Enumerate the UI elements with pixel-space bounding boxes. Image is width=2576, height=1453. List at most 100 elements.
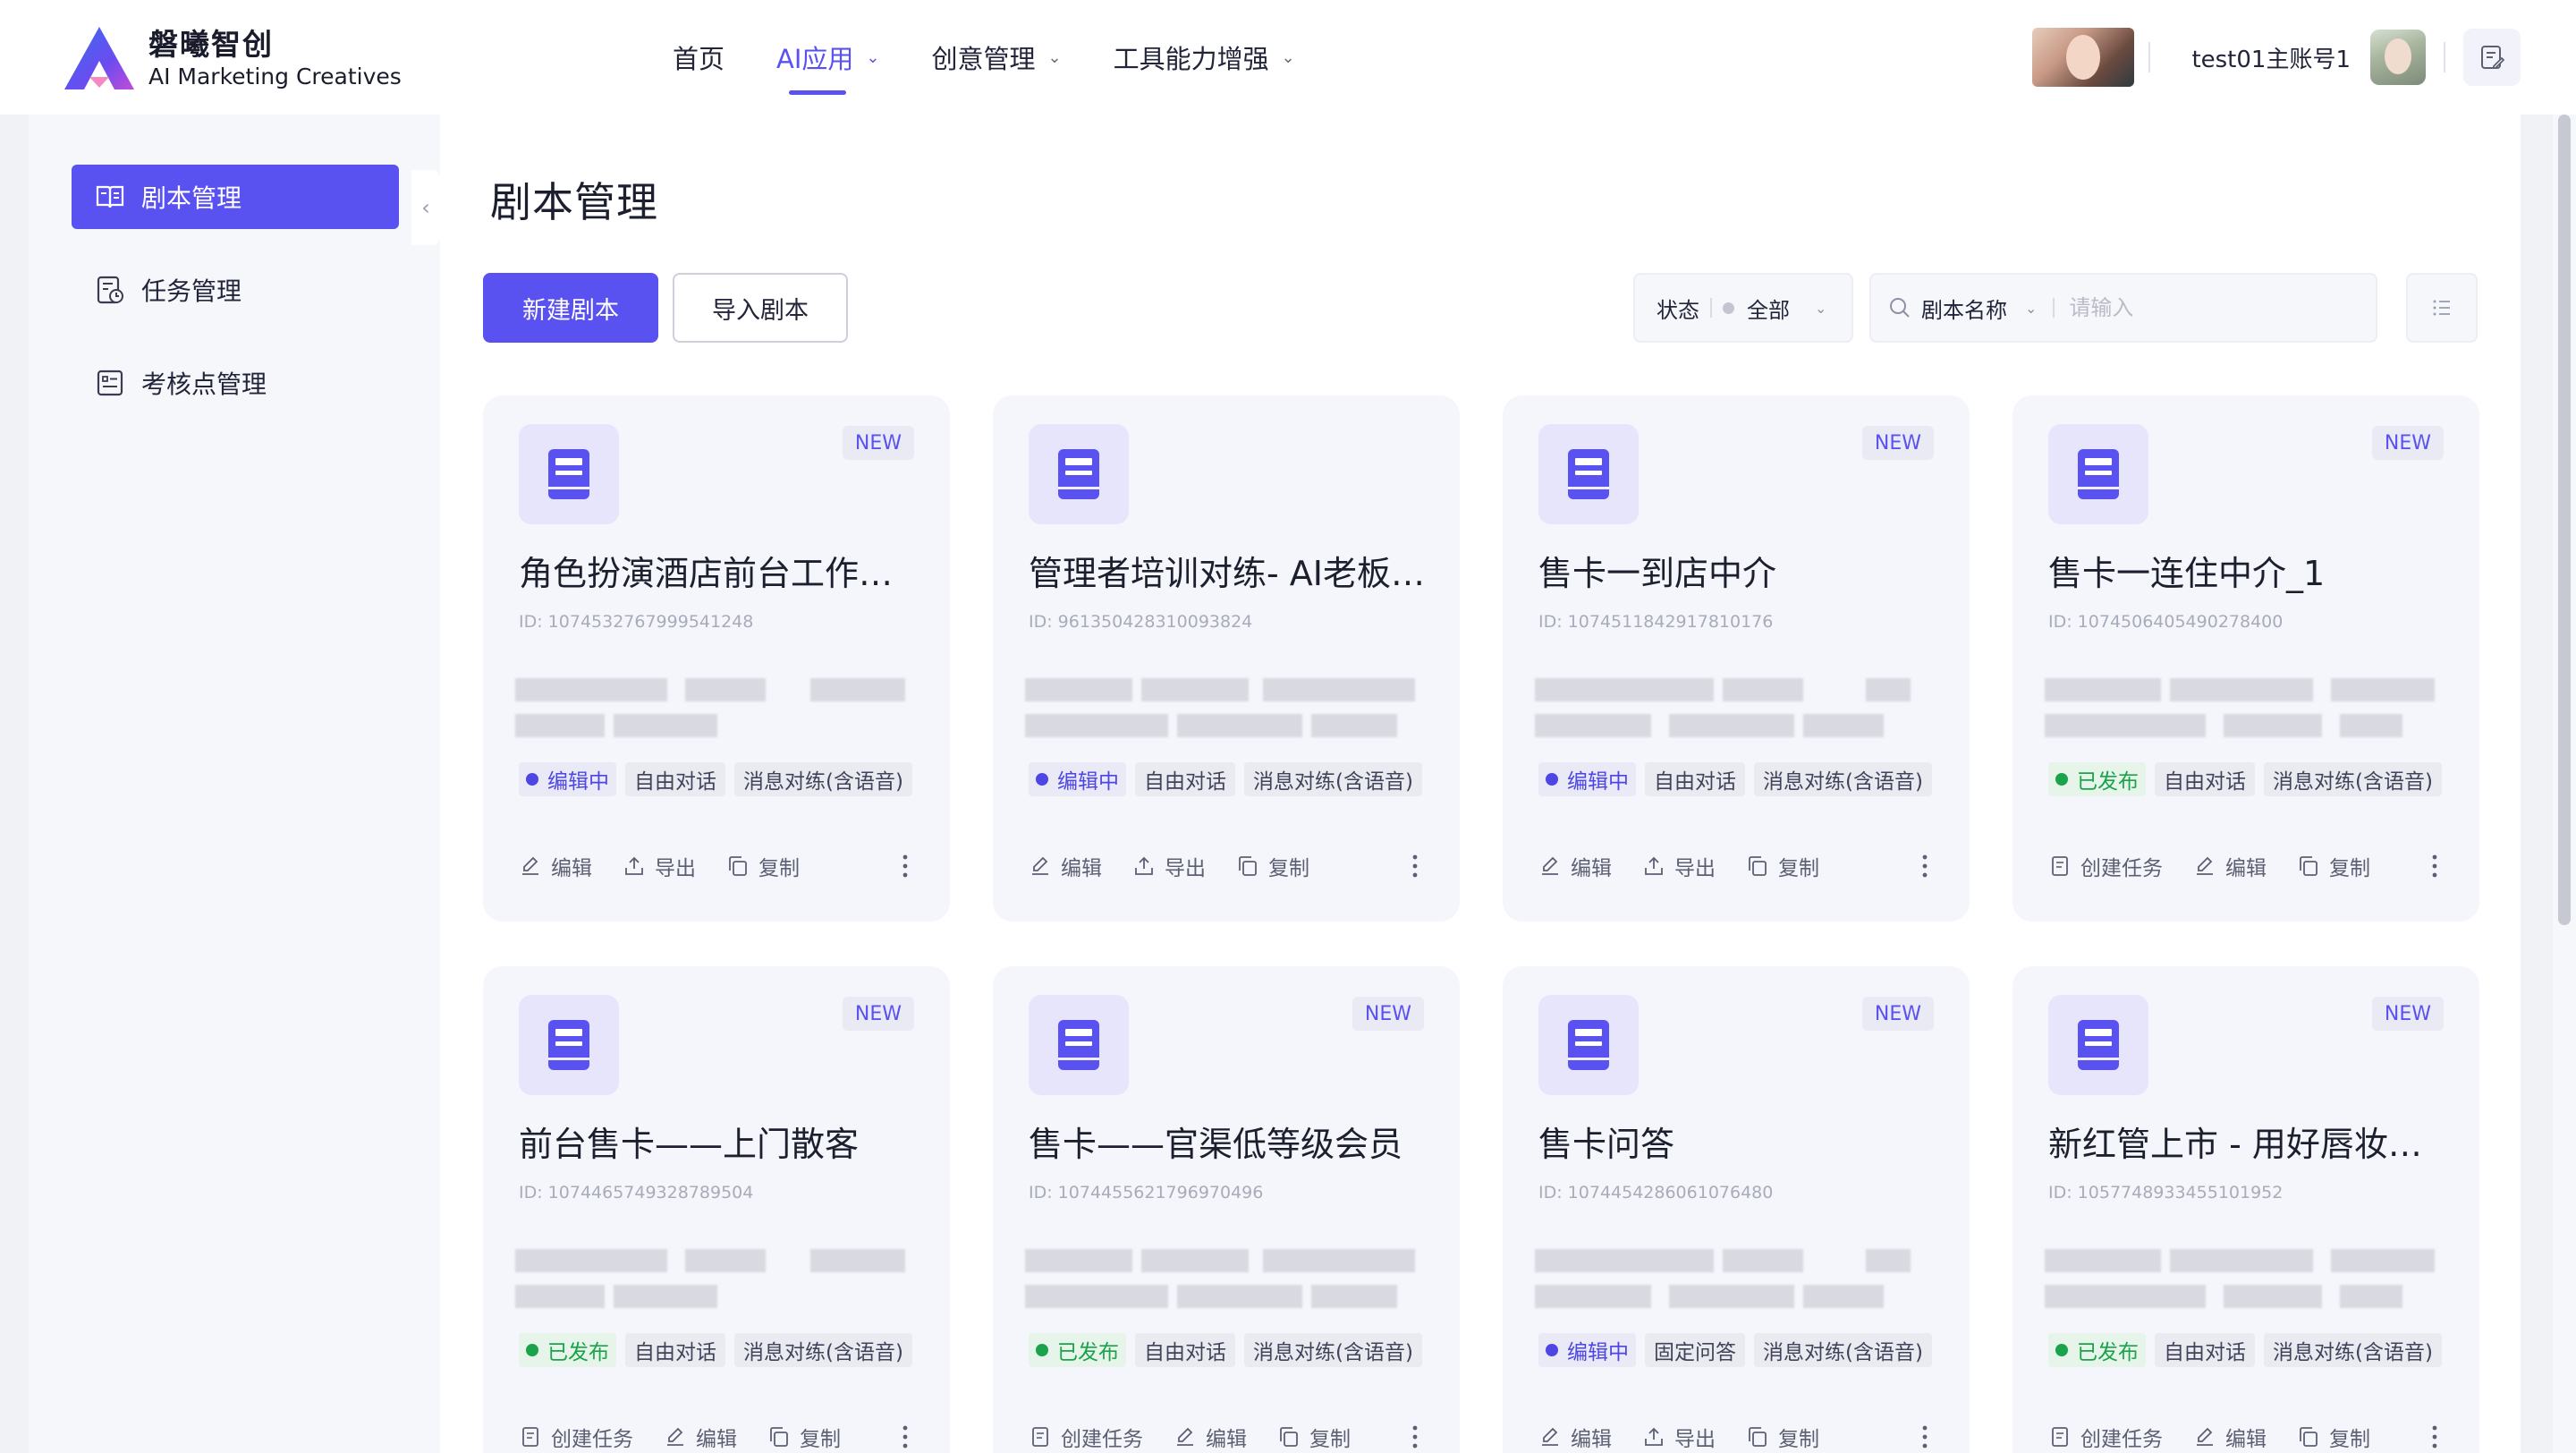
sidebar-item-checkpoint-management[interactable]: 考核点管理 <box>72 351 399 415</box>
card-action-copy[interactable]: 复制 <box>767 1422 841 1452</box>
card-action-edit[interactable]: 编辑 <box>664 1422 737 1452</box>
card-action-label: 复制 <box>800 1428 841 1451</box>
script-id: ID: 961350428310093824 <box>1029 612 1253 632</box>
card-tags: 编辑中 自由对话 消息对练(含语音) <box>1029 762 1422 796</box>
more-vertical-icon <box>1412 854 1418 878</box>
card-actions: 创建任务 编辑 复制 <box>1029 1421 1424 1453</box>
script-id: ID: 1074506405490278400 <box>2048 612 2284 632</box>
script-name[interactable]: 售卡问答 <box>1538 1122 1939 1167</box>
card-action-copy[interactable]: 复制 <box>2297 851 2370 881</box>
card-action-edit[interactable]: 编辑 <box>2193 1422 2267 1452</box>
card-action-copy[interactable]: 复制 <box>1746 1422 1819 1452</box>
script-name[interactable]: 角色扮演酒店前台工作人员 <box>519 551 919 596</box>
card-action-edit[interactable]: 编辑 <box>1029 851 1102 881</box>
edit-icon <box>664 1425 696 1449</box>
card-action-edit[interactable]: 编辑 <box>1538 1422 1612 1452</box>
script-name[interactable]: 新红管上市 - 用好唇妆产品介绍 <box>2048 1122 2449 1167</box>
digital-human-avatar[interactable] <box>2032 28 2135 87</box>
script-name[interactable]: 前台售卡——上门散客 <box>519 1122 919 1167</box>
more-options-button[interactable] <box>1916 1421 1934 1453</box>
script-name[interactable]: 售卡——官渠低等级会员 <box>1029 1122 1429 1167</box>
new-script-button[interactable]: 新建剧本 <box>483 273 658 343</box>
chevron-down-icon: ⌄ <box>1815 299 1827 317</box>
card-tag: 消息对练(含语音) <box>734 1333 912 1367</box>
card-action-create-task[interactable]: 创建任务 <box>519 1422 633 1452</box>
sidebar-item-label: 考核点管理 <box>141 370 267 399</box>
nav-creative-management[interactable]: 创意管理 ⌄ <box>932 0 1062 115</box>
status-filter-select[interactable]: 状态 全部 ⌄ <box>1633 273 1853 343</box>
script-description-blurred <box>2045 1245 2435 1308</box>
import-script-button[interactable]: 导入剧本 <box>673 273 848 343</box>
scrollbar-thumb[interactable] <box>2558 115 2571 925</box>
search-input[interactable] <box>2069 295 2338 320</box>
chevron-down-icon[interactable]: ⌄ <box>2025 300 2037 317</box>
card-action-create-task[interactable]: 创建任务 <box>2048 1422 2163 1452</box>
card-action-copy[interactable]: 复制 <box>1277 1422 1351 1452</box>
main-nav: 首页 AI应用 ⌄ 创意管理 ⌄ 工具能力增强 ⌄ <box>673 0 1347 115</box>
status-filter-label: 状态 <box>1657 297 1699 323</box>
card-actions: 编辑 导出 复制 <box>1538 1421 1934 1453</box>
card-action-edit[interactable]: 编辑 <box>1174 1422 1247 1452</box>
card-action-copy[interactable]: 复制 <box>2297 1422 2370 1452</box>
user-avatar[interactable] <box>2370 30 2426 85</box>
nav-home[interactable]: 首页 <box>673 0 724 115</box>
more-options-button[interactable] <box>2426 1421 2444 1453</box>
card-tag: 自由对话 <box>1135 762 1235 796</box>
script-card[interactable]: NEW 前台售卡——上门散客 ID: 1074465749328789504 已… <box>483 966 950 1453</box>
card-action-export[interactable]: 导出 <box>623 851 696 881</box>
more-options-button[interactable] <box>1406 1421 1424 1453</box>
card-action-edit[interactable]: 编辑 <box>519 851 592 881</box>
script-name[interactable]: 售卡一到店中介 <box>1538 551 1939 596</box>
card-action-export[interactable]: 导出 <box>1132 851 1206 881</box>
nav-ai-apps[interactable]: AI应用 ⌄ <box>776 0 880 115</box>
list-view-toggle[interactable] <box>2406 273 2478 343</box>
card-action-copy[interactable]: 复制 <box>1236 851 1309 881</box>
script-doc-icon <box>1538 995 1639 1095</box>
script-card[interactable]: NEW 角色扮演酒店前台工作人员 ID: 1074532767999541248… <box>483 395 950 922</box>
card-action-export[interactable]: 导出 <box>1642 1422 1716 1452</box>
more-options-button[interactable] <box>2426 850 2444 882</box>
sidebar-collapse-button[interactable]: ‹ <box>411 170 440 245</box>
more-options-button[interactable] <box>896 1421 914 1453</box>
nav-home-label: 首页 <box>673 44 725 74</box>
script-card[interactable]: 管理者培训对练- AI老板考核 ID: 961350428310093824 编… <box>993 395 1460 922</box>
sidebar-item-script-management[interactable]: 剧本管理 <box>72 165 399 229</box>
card-action-label: 创建任务 <box>1061 1428 1143 1451</box>
more-options-button[interactable] <box>1406 850 1424 882</box>
script-card[interactable]: NEW 售卡——官渠低等级会员 ID: 1074455621796970496 … <box>993 966 1460 1453</box>
copy-icon <box>2297 1425 2329 1449</box>
script-name[interactable]: 售卡一连住中介_1 <box>2048 551 2449 596</box>
card-actions: 编辑 导出 复制 <box>1538 850 1934 882</box>
script-doc-icon <box>1029 424 1129 524</box>
status-badge: 已发布 <box>519 1333 616 1367</box>
card-action-create-task[interactable]: 创建任务 <box>1029 1422 1143 1452</box>
card-action-label: 编辑 <box>1206 1428 1247 1451</box>
script-card[interactable]: NEW 售卡一连住中介_1 ID: 1074506405490278400 已发… <box>2012 395 2479 922</box>
card-action-copy[interactable]: 复制 <box>726 851 800 881</box>
script-card[interactable]: NEW 新红管上市 - 用好唇妆产品介绍 ID: 105774893345510… <box>2012 966 2479 1453</box>
search-field-select[interactable]: 剧本名称 <box>1921 293 2007 324</box>
card-action-edit[interactable]: 编辑 <box>1538 851 1612 881</box>
nav-tool-enhancement[interactable]: 工具能力增强 ⌄ <box>1114 0 1295 115</box>
status-label: 已发布 <box>2077 1341 2139 1364</box>
card-action-edit[interactable]: 编辑 <box>2193 851 2267 881</box>
script-card[interactable]: NEW 售卡一到店中介 ID: 1074511842917810176 编辑中 … <box>1503 395 1970 922</box>
more-options-button[interactable] <box>1916 850 1934 882</box>
card-tags: 已发布 自由对话 消息对练(含语音) <box>2048 762 2442 796</box>
card-action-export[interactable]: 导出 <box>1642 851 1716 881</box>
script-doc-icon <box>519 995 619 1095</box>
card-action-copy[interactable]: 复制 <box>1746 851 1819 881</box>
card-action-label: 导出 <box>655 857 696 880</box>
account-name[interactable]: test01主账号1 <box>2191 41 2351 74</box>
script-card[interactable]: NEW 售卡问答 ID: 1074454286061076480 编辑中 固定问… <box>1503 966 1970 1453</box>
card-tag: 消息对练(含语音) <box>2264 1333 2442 1367</box>
script-name[interactable]: 管理者培训对练- AI老板考核 <box>1029 551 1429 596</box>
status-dot-icon <box>1036 1344 1048 1356</box>
card-action-create-task[interactable]: 创建任务 <box>2048 851 2163 881</box>
message-button[interactable] <box>2463 29 2521 86</box>
book-open-icon <box>96 185 124 208</box>
status-badge: 编辑中 <box>1029 762 1126 796</box>
more-options-button[interactable] <box>896 850 914 882</box>
brand-logo[interactable]: 磐曦智创 AI Marketing Creatives <box>63 25 402 93</box>
sidebar-item-task-management[interactable]: 任务管理 <box>72 258 399 322</box>
